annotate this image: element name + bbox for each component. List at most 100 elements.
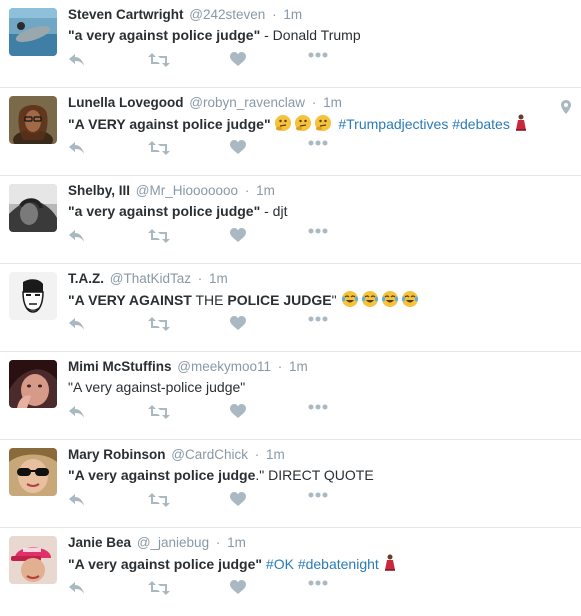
tears-of-joy-emoji xyxy=(401,290,419,312)
avatar-image xyxy=(9,448,57,496)
retweet-icon[interactable] xyxy=(148,316,170,332)
more-options-icon[interactable] xyxy=(308,52,328,58)
timestamp[interactable]: 1m xyxy=(256,183,275,198)
more-options-icon[interactable] xyxy=(308,580,328,586)
thinking-face-emoji xyxy=(314,114,332,136)
username[interactable]: @242steven xyxy=(189,7,265,22)
like-icon[interactable] xyxy=(230,316,246,331)
reply-icon[interactable] xyxy=(68,580,86,596)
hashtags[interactable]: #Trumpadjectives #debates xyxy=(338,116,509,132)
like-icon[interactable] xyxy=(230,52,246,67)
display-name[interactable]: Steven Cartwright xyxy=(68,7,184,22)
tweet-text: "A VERY against police judge" #Trumpadje… xyxy=(68,114,530,136)
avatar-image xyxy=(9,272,57,320)
attribution-text: - djt xyxy=(260,203,288,219)
reply-icon[interactable] xyxy=(68,316,86,332)
timestamp[interactable]: 1m xyxy=(289,359,308,374)
separator-dot: · xyxy=(215,535,221,550)
like-icon[interactable] xyxy=(230,492,246,507)
reply-icon[interactable] xyxy=(68,492,86,508)
avatar[interactable] xyxy=(9,184,57,232)
tweet-header: Mary Robinson @CardChick · 1m xyxy=(68,446,285,464)
tweet[interactable]: Lunella Lovegood @robyn_ravenclaw · 1m "… xyxy=(0,88,581,176)
tweet-actions xyxy=(68,580,348,600)
quote-text: "A very against-police judge" xyxy=(68,379,246,395)
timestamp[interactable]: 1m xyxy=(209,271,228,286)
avatar[interactable] xyxy=(9,360,57,408)
more-options-icon[interactable] xyxy=(308,316,328,322)
timestamp[interactable]: 1m xyxy=(266,447,285,462)
display-name[interactable]: Lunella Lovegood xyxy=(68,95,184,110)
quote-text: "a very against police judge" xyxy=(68,203,261,219)
retweet-icon[interactable] xyxy=(148,580,170,596)
tweet-text: "a very against police judge" - djt xyxy=(68,202,287,220)
username[interactable]: @robyn_ravenclaw xyxy=(189,95,305,110)
reply-icon[interactable] xyxy=(68,228,86,244)
username[interactable]: @meekymoo11 xyxy=(177,359,271,374)
tweet-text: "A very against-police judge" xyxy=(68,378,245,396)
avatar[interactable] xyxy=(9,272,57,320)
separator-dot: · xyxy=(197,271,203,286)
reply-icon[interactable] xyxy=(68,404,86,420)
retweet-icon[interactable] xyxy=(148,404,170,420)
avatar[interactable] xyxy=(9,8,57,56)
like-icon[interactable] xyxy=(230,228,246,243)
username[interactable]: @CardChick xyxy=(171,447,248,462)
display-name[interactable]: Mimi McStuffins xyxy=(68,359,172,374)
tweet-feed: Steven Cartwright @242steven · 1m "a ver… xyxy=(0,0,581,616)
thinking-face-emoji xyxy=(294,114,312,136)
location-pin-icon[interactable] xyxy=(561,100,571,119)
more-options-icon[interactable] xyxy=(308,228,328,234)
avatar-image xyxy=(9,360,57,408)
display-name[interactable]: Mary Robinson xyxy=(68,447,166,462)
tweet[interactable]: Shelby, III @Mr_Hiooooooo · 1m "a very a… xyxy=(0,176,581,264)
tweet[interactable]: Steven Cartwright @242steven · 1m "a ver… xyxy=(0,0,581,88)
retweet-icon[interactable] xyxy=(148,228,170,244)
timestamp[interactable]: 1m xyxy=(283,7,302,22)
tweet-header: T.A.Z. @ThatKidTaz · 1m xyxy=(68,270,228,288)
quote-text-part-1: "A VERY AGAINST xyxy=(68,292,192,308)
quote-text-part-2: POLICE JUDGE xyxy=(227,292,332,308)
display-name[interactable]: T.A.Z. xyxy=(68,271,104,286)
like-icon[interactable] xyxy=(230,140,246,155)
tweet-actions xyxy=(68,52,348,72)
more-options-icon[interactable] xyxy=(308,492,328,498)
tweet-header: Steven Cartwright @242steven · 1m xyxy=(68,6,302,24)
tweet-header: Janie Bea @_janiebug · 1m xyxy=(68,534,246,552)
timestamp[interactable]: 1m xyxy=(323,95,342,110)
more-options-icon[interactable] xyxy=(308,140,328,146)
avatar[interactable] xyxy=(9,448,57,496)
more-options-icon[interactable] xyxy=(308,404,328,410)
avatar-image xyxy=(9,184,57,232)
tears-of-joy-emoji xyxy=(381,290,399,312)
tweet[interactable]: Mimi McStuffins @meekymoo11 · 1m "A very… xyxy=(0,352,581,440)
separator-dot: · xyxy=(277,359,283,374)
avatar[interactable] xyxy=(9,96,57,144)
dancer-emoji xyxy=(383,554,397,576)
tweet[interactable]: Mary Robinson @CardChick · 1m "A very ag… xyxy=(0,440,581,528)
tweet-text: "A very against police judge." DIRECT QU… xyxy=(68,466,374,484)
tweet-text: "A VERY AGAINST THE POLICE JUDGE" xyxy=(68,290,421,312)
like-icon[interactable] xyxy=(230,580,246,595)
tweet[interactable]: Janie Bea @_janiebug · 1m "A very agains… xyxy=(0,528,581,616)
username[interactable]: @_janiebug xyxy=(137,535,209,550)
display-name[interactable]: Shelby, III xyxy=(68,183,130,198)
tweet-actions xyxy=(68,492,348,512)
username[interactable]: @Mr_Hiooooooo xyxy=(136,183,238,198)
thinking-face-emoji xyxy=(274,114,292,136)
retweet-icon[interactable] xyxy=(148,52,170,68)
avatar[interactable] xyxy=(9,536,57,584)
username[interactable]: @ThatKidTaz xyxy=(110,271,191,286)
display-name[interactable]: Janie Bea xyxy=(68,535,131,550)
hashtags[interactable]: #OK #debatenight xyxy=(262,556,379,572)
retweet-icon[interactable] xyxy=(148,492,170,508)
timestamp[interactable]: 1m xyxy=(227,535,246,550)
tears-of-joy-emoji xyxy=(361,290,379,312)
like-icon[interactable] xyxy=(230,404,246,419)
tweet[interactable]: T.A.Z. @ThatKidTaz · 1m "A VERY AGAINST … xyxy=(0,264,581,352)
separator-dot: · xyxy=(244,183,250,198)
retweet-icon[interactable] xyxy=(148,140,170,156)
reply-icon[interactable] xyxy=(68,52,86,68)
reply-icon[interactable] xyxy=(68,140,86,156)
quote-text: "A very against police judge xyxy=(68,467,256,483)
